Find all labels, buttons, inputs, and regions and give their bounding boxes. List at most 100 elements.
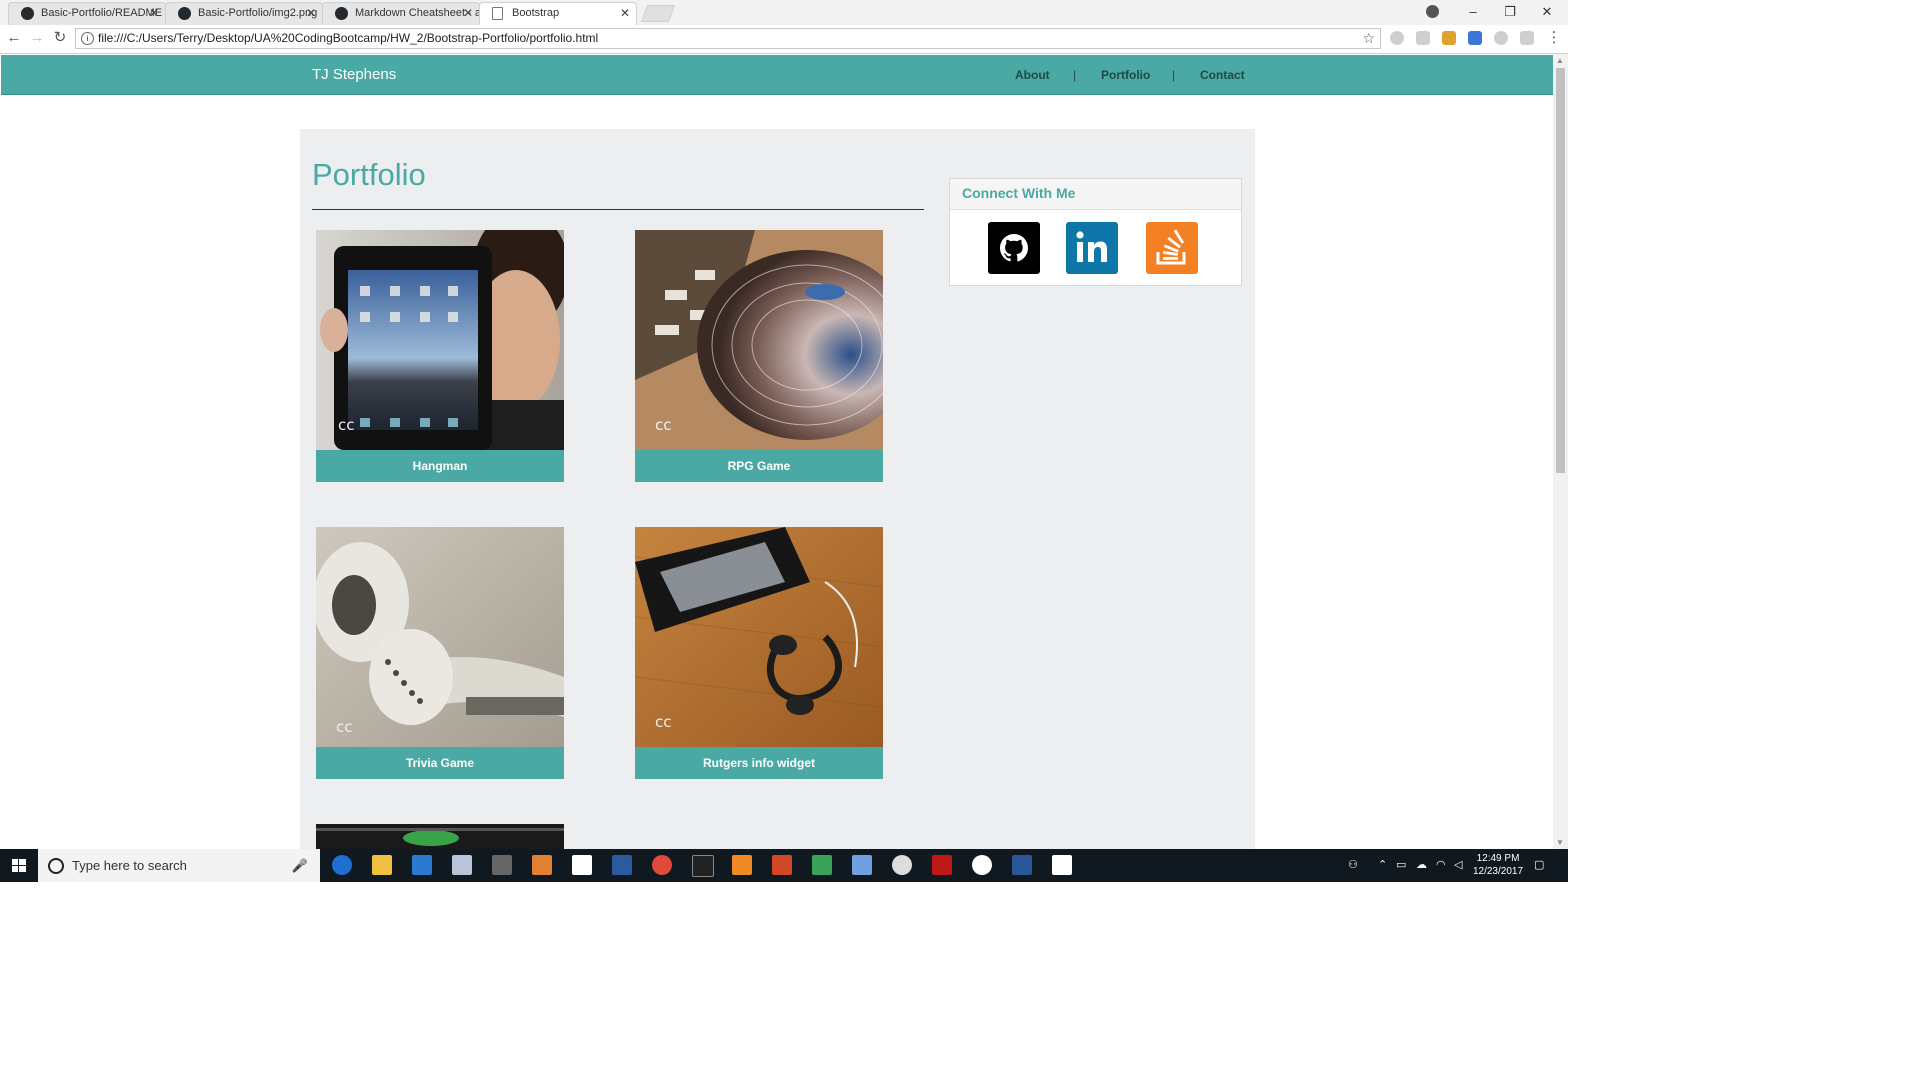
- project-card-rpg-game[interactable]: cc RPG Game: [635, 230, 883, 482]
- app-icon[interactable]: [452, 855, 472, 875]
- tab-title: Basic-Portfolio/README: [41, 7, 163, 19]
- browser-tab-bootstrap[interactable]: Bootstrap ✕: [479, 2, 637, 26]
- forward-icon[interactable]: →: [27, 28, 47, 48]
- file-explorer-icon[interactable]: [372, 855, 392, 875]
- close-icon[interactable]: ✕: [149, 3, 159, 24]
- powerpoint-icon[interactable]: [772, 855, 792, 875]
- clock-date: 12/23/2017: [1472, 866, 1524, 877]
- store-icon[interactable]: [412, 855, 432, 875]
- connect-heading: Connect With Me: [950, 179, 1241, 210]
- github-icon: [178, 7, 191, 20]
- taskbar-clock[interactable]: 12:49 PM 12/23/2017: [1470, 852, 1526, 878]
- project-card-hangman[interactable]: cc Hangman: [316, 230, 564, 482]
- connect-panel: Connect With Me: [949, 178, 1242, 286]
- search-placeholder: Type here to search: [72, 858, 187, 873]
- chrome-icon[interactable]: [652, 855, 672, 875]
- close-icon[interactable]: ✕: [306, 3, 316, 24]
- browser-tab-img2[interactable]: Basic-Portfolio/img2.png ✕: [165, 2, 323, 25]
- extension-icon[interactable]: [1416, 31, 1430, 45]
- window-close-icon[interactable]: ✕: [1528, 0, 1566, 25]
- edge-icon[interactable]: [332, 855, 352, 875]
- extension-icon[interactable]: [1494, 31, 1508, 45]
- taskbar-search-input[interactable]: Type here to search 🎤: [38, 849, 320, 882]
- github-icon[interactable]: [988, 222, 1040, 274]
- page-scrollbar[interactable]: ▲ ▼: [1553, 54, 1568, 849]
- restore-icon[interactable]: ❐: [1491, 0, 1529, 25]
- stackoverflow-icon[interactable]: [1146, 222, 1198, 274]
- onedrive-icon[interactable]: ☁: [1416, 849, 1427, 882]
- project-caption[interactable]: RPG Game: [635, 450, 883, 482]
- media-icon[interactable]: [532, 855, 552, 875]
- turntable-photo[interactable]: cc: [635, 230, 883, 450]
- app-icon[interactable]: [812, 855, 832, 875]
- slack-icon[interactable]: [972, 855, 992, 875]
- new-tab-button[interactable]: [640, 5, 676, 22]
- nav-link-contact[interactable]: Contact: [1200, 55, 1245, 95]
- info-icon[interactable]: i: [81, 32, 94, 45]
- taskbar: Type here to search 🎤 ⚇ ⌃ ▭ ☁ ◠ ◁ 12:49 …: [0, 849, 1568, 882]
- project-caption[interactable]: Rutgers info widget: [635, 747, 883, 779]
- project-caption[interactable]: Hangman: [316, 450, 564, 482]
- svg-text:cc: cc: [655, 713, 672, 731]
- extension-icon[interactable]: [1442, 31, 1456, 45]
- scrollbar-thumb[interactable]: [1556, 68, 1565, 473]
- reload-icon[interactable]: ↻: [50, 28, 70, 48]
- svg-text:cc: cc: [655, 416, 672, 434]
- nav-link-about[interactable]: About: [1015, 55, 1050, 95]
- tray-chevron-icon[interactable]: ⌃: [1378, 849, 1387, 882]
- browser-tab-markdown[interactable]: Markdown Cheatsheet · a ✕: [322, 2, 480, 25]
- scroll-down-icon[interactable]: ▼: [1556, 838, 1564, 847]
- windows-start-button[interactable]: [0, 849, 38, 882]
- page-icon: [492, 7, 503, 20]
- linkedin-icon[interactable]: [1066, 222, 1118, 274]
- brand-link[interactable]: TJ Stephens: [312, 55, 396, 95]
- github-icon: [335, 7, 348, 20]
- acrobat-icon[interactable]: [932, 855, 952, 875]
- settings-icon[interactable]: [892, 855, 912, 875]
- page-viewport: TJ Stephens About | Portfolio | Contact …: [0, 54, 1553, 849]
- app-icon[interactable]: [852, 855, 872, 875]
- wifi-icon[interactable]: ◠: [1436, 849, 1446, 882]
- volume-icon[interactable]: ◁: [1454, 849, 1462, 882]
- nav-separator: |: [1073, 68, 1077, 82]
- battery-icon[interactable]: ▭: [1396, 849, 1406, 882]
- tablet-photo[interactable]: cc: [316, 230, 564, 450]
- close-icon[interactable]: ✕: [463, 3, 473, 24]
- scroll-up-icon[interactable]: ▲: [1556, 56, 1564, 65]
- earbuds-photo[interactable]: cc: [316, 527, 564, 747]
- profile-icon[interactable]: [1426, 5, 1439, 18]
- address-bar[interactable]: i file:///C:/Users/Terry/Desktop/UA%20Co…: [75, 28, 1381, 49]
- close-icon[interactable]: ✕: [620, 3, 630, 24]
- project-card[interactable]: [316, 824, 564, 849]
- people-icon[interactable]: ⚇: [1348, 849, 1358, 882]
- action-center-icon[interactable]: ▢: [1534, 849, 1544, 882]
- tab-title: Basic-Portfolio/img2.png: [198, 7, 318, 19]
- browser-tab-readme[interactable]: Basic-Portfolio/README ✕: [8, 2, 166, 25]
- main-content: Portfolio cc Hangman cc RPG Game cc Triv…: [300, 129, 1255, 849]
- mail-icon[interactable]: [572, 855, 592, 875]
- nav-link-portfolio[interactable]: Portfolio: [1101, 55, 1150, 95]
- browser-tab-strip: Basic-Portfolio/README ✕ Basic-Portfolio…: [0, 0, 1568, 26]
- extension-icon[interactable]: [1468, 31, 1482, 45]
- minimize-icon[interactable]: –: [1454, 0, 1492, 25]
- word-icon[interactable]: [1012, 855, 1032, 875]
- vs-code-icon[interactable]: [612, 855, 632, 875]
- extension-icon[interactable]: [1520, 31, 1534, 45]
- microphone-icon[interactable]: 🎤: [292, 849, 308, 882]
- nav-separator: |: [1172, 68, 1176, 82]
- app-icon[interactable]: [492, 855, 512, 875]
- sublime-icon[interactable]: [732, 855, 752, 875]
- phone-earbuds-photo[interactable]: cc: [635, 527, 883, 747]
- project-caption[interactable]: Trivia Game: [316, 747, 564, 779]
- terminal-icon[interactable]: [692, 855, 714, 877]
- project-card-rutgers-info-widget[interactable]: cc Rutgers info widget: [635, 527, 883, 779]
- github-icon: [21, 7, 34, 20]
- bookmark-star-icon[interactable]: ☆: [1362, 29, 1375, 48]
- project-card-trivia-game[interactable]: cc Trivia Game: [316, 527, 564, 779]
- menu-icon[interactable]: ⋮: [1544, 28, 1564, 48]
- back-icon[interactable]: ←: [4, 28, 24, 48]
- tab-title: Markdown Cheatsheet · a: [355, 7, 480, 19]
- dark-photo[interactable]: [316, 824, 564, 849]
- photos-icon[interactable]: [1052, 855, 1072, 875]
- extension-icon[interactable]: [1390, 31, 1404, 45]
